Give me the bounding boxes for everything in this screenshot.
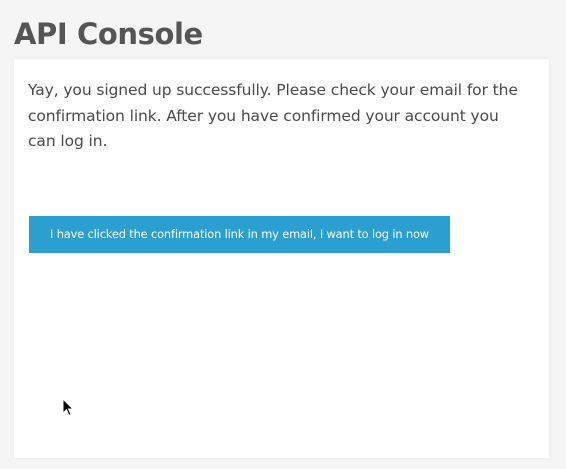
page-title: API Console (14, 17, 203, 51)
mouse-pointer-icon (62, 398, 74, 417)
signup-success-card: Yay, you signed up successfully. Please … (14, 59, 549, 458)
signup-success-message: Yay, you signed up successfully. Please … (28, 81, 518, 150)
confirm-login-button[interactable]: I have clicked the confirmation link in … (29, 216, 450, 253)
